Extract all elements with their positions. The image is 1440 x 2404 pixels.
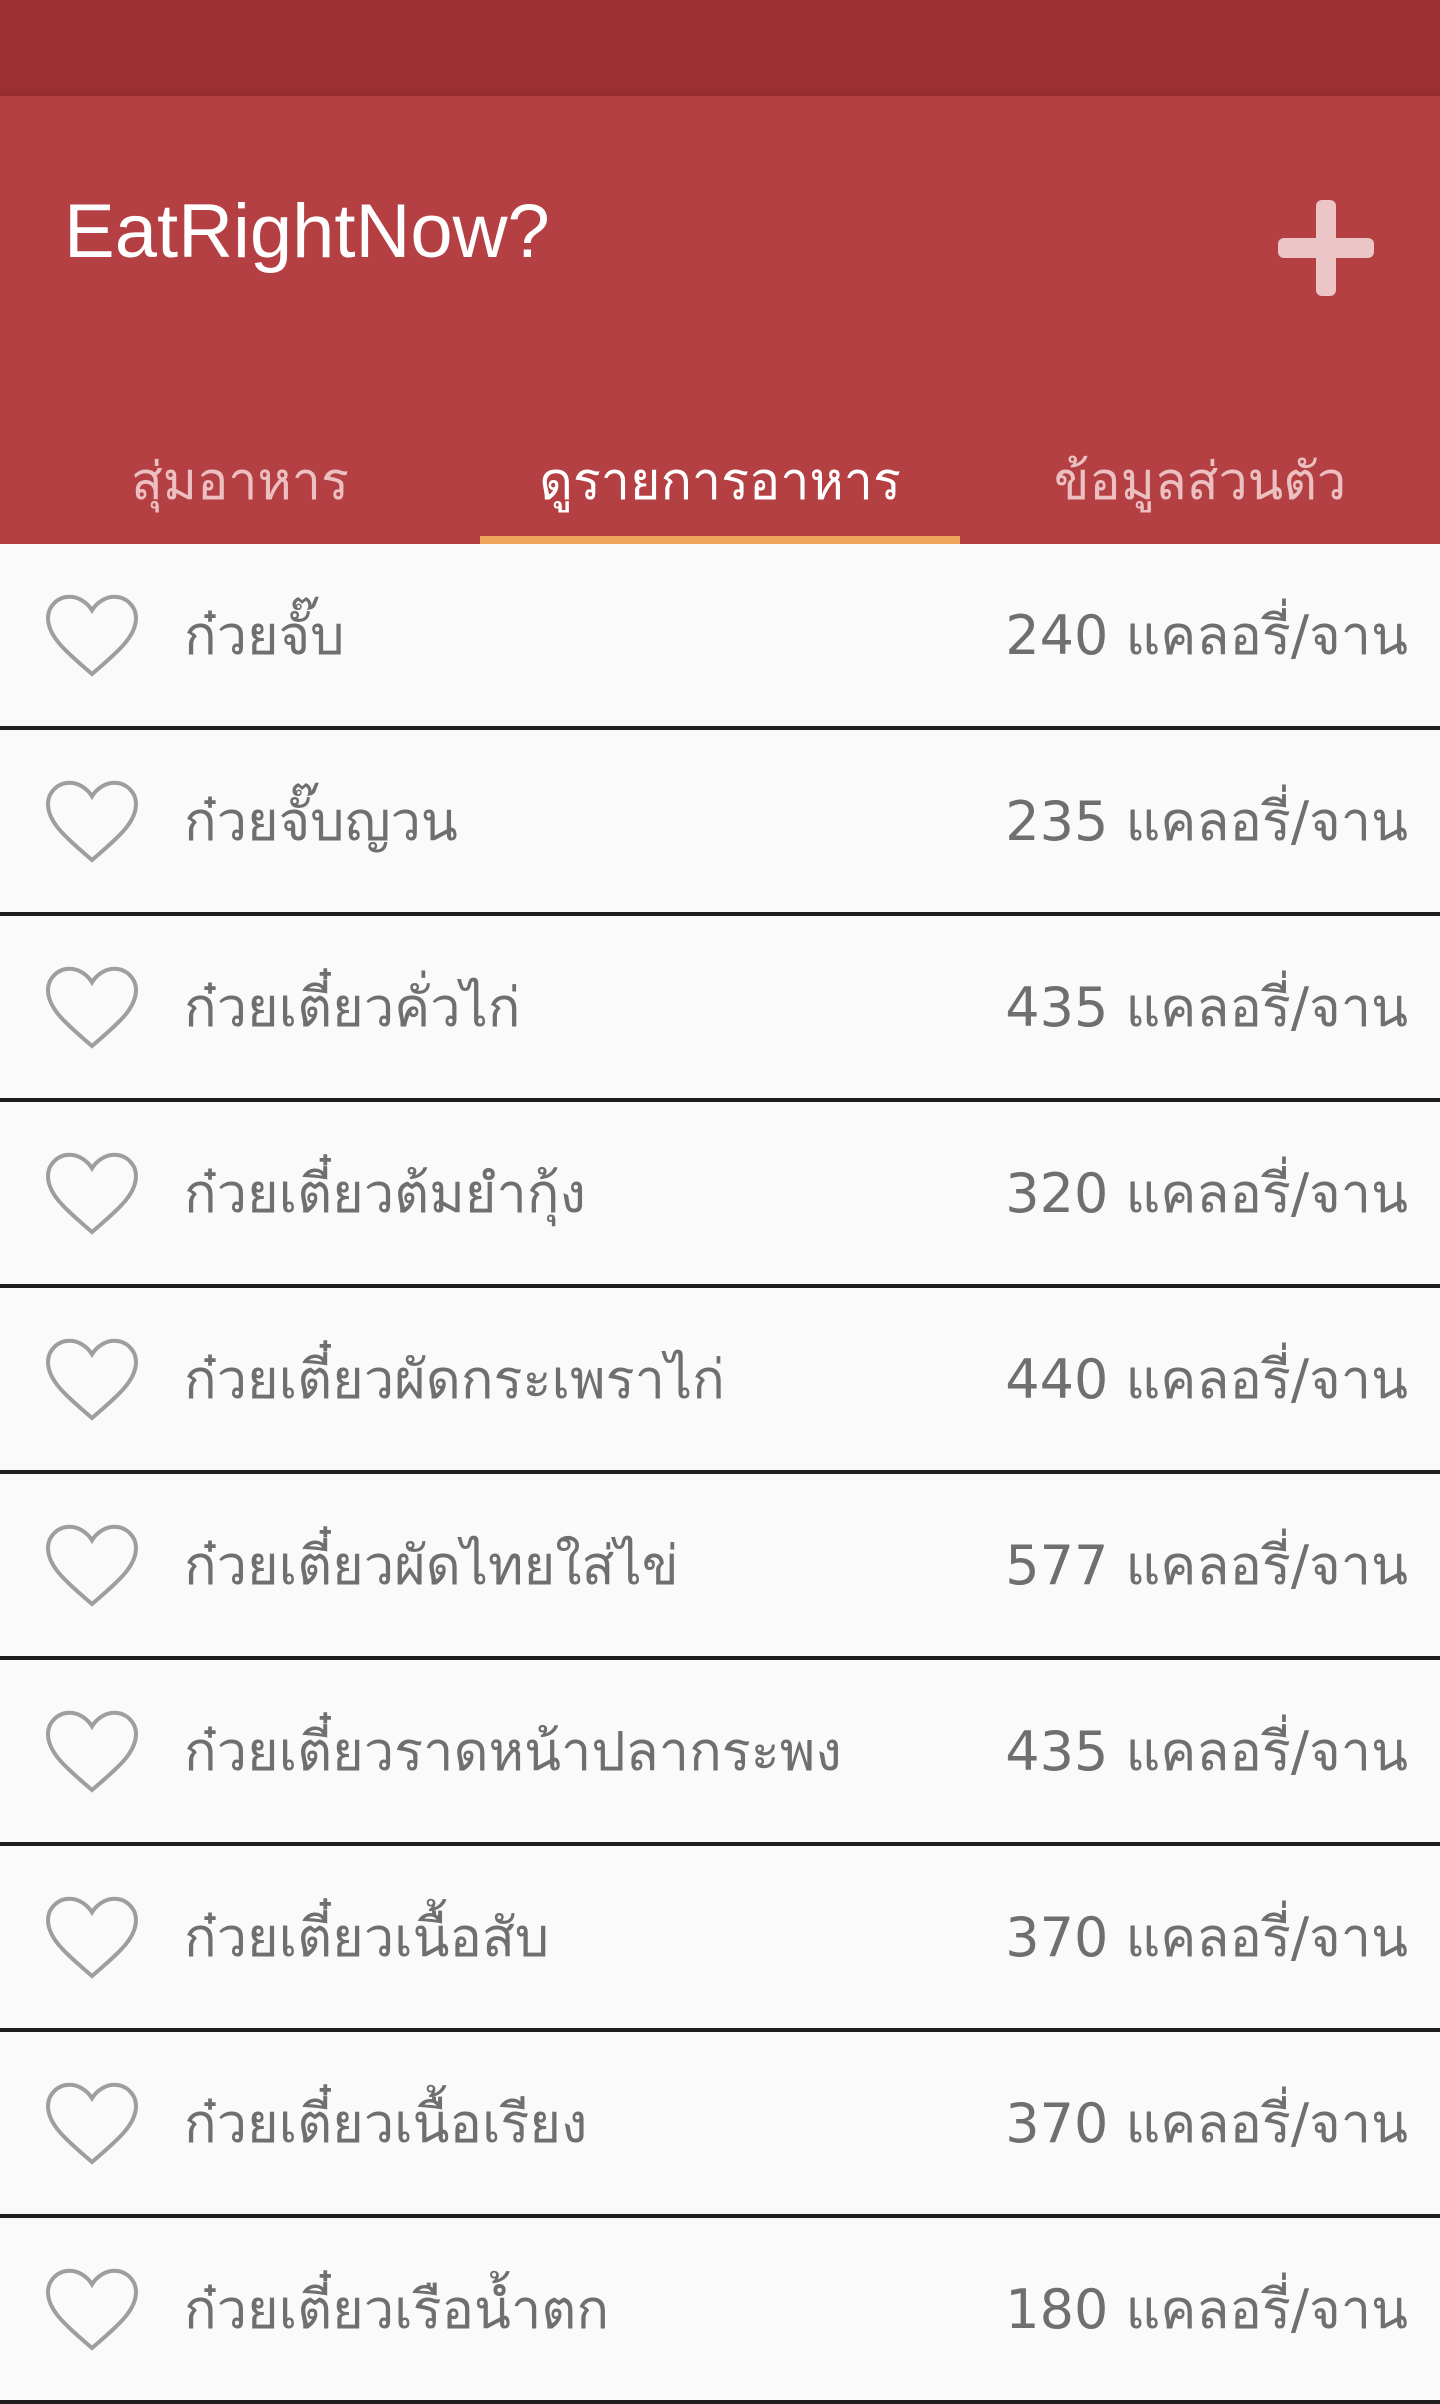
food-calories: 240 แคลอรี่/จาน — [1005, 604, 1408, 667]
heart-outline-icon[interactable] — [44, 778, 140, 866]
list-item[interactable]: ก๋วยเตี๋ยวเนื้อสับ 370 แคลอรี่/จาน — [0, 1846, 1440, 2032]
food-calories: 370 แคลอรี่/จาน — [1005, 1906, 1408, 1969]
food-name: ก๋วยจั๊บญวน — [184, 790, 458, 853]
list-item[interactable]: ก๋วยจั๊บญวน 235 แคลอรี่/จาน — [0, 730, 1440, 916]
tab-bar: สุ่มอาหาร ดูรายการอาหาร ข้อมูลส่วนตัว — [0, 416, 1440, 544]
tab-label: ข้อมูลส่วนตัว — [1053, 451, 1347, 512]
food-name: ก๋วยเตี๋ยวคั่วไก่ — [184, 976, 521, 1039]
list-item[interactable]: ก๋วยเตี๋ยวเรือน้ำตก 180 แคลอรี่/จาน — [0, 2218, 1440, 2404]
app-bar: EatRightNow? สุ่มอาหาร ดูรายการอาหาร ข้อ… — [0, 96, 1440, 544]
list-item[interactable]: ก๋วยจั๊บ 240 แคลอรี่/จาน — [0, 544, 1440, 730]
food-calories: 320 แคลอรี่/จาน — [1005, 1162, 1408, 1225]
tab-food-list[interactable]: ดูรายการอาหาร — [480, 416, 960, 544]
food-calories: 577 แคลอรี่/จาน — [1005, 1534, 1408, 1597]
heart-outline-icon[interactable] — [44, 1336, 140, 1424]
food-name: ก๋วยเตี๋ยวผัดไทยใส่ไข่ — [184, 1534, 679, 1597]
food-list: ก๋วยจั๊บ 240 แคลอรี่/จาน ก๋วยจั๊บญวน 235… — [0, 544, 1440, 2404]
list-item[interactable]: ก๋วยเตี๋ยวต้มยำกุ้ง 320 แคลอรี่/จาน — [0, 1102, 1440, 1288]
food-calories: 435 แคลอรี่/จาน — [1005, 1720, 1408, 1783]
heart-outline-icon[interactable] — [44, 964, 140, 1052]
tab-random-food[interactable]: สุ่มอาหาร — [0, 416, 480, 544]
list-item[interactable]: ก๋วยเตี๋ยวราดหน้าปลากระพง 435 แคลอรี่/จา… — [0, 1660, 1440, 1846]
heart-outline-icon[interactable] — [44, 1522, 140, 1610]
tab-indicator — [480, 536, 960, 544]
food-name: ก๋วยเตี๋ยวต้มยำกุ้ง — [184, 1162, 586, 1225]
tab-label: สุ่มอาหาร — [131, 451, 349, 512]
heart-outline-icon[interactable] — [44, 1150, 140, 1238]
food-name: ก๋วยเตี๋ยวราดหน้าปลากระพง — [184, 1720, 842, 1783]
add-button[interactable] — [1262, 184, 1390, 312]
tab-label: ดูรายการอาหาร — [539, 451, 901, 512]
list-item[interactable]: ก๋วยเตี๋ยวผัดไทยใส่ไข่ 577 แคลอรี่/จาน — [0, 1474, 1440, 1660]
tab-profile[interactable]: ข้อมูลส่วนตัว — [960, 416, 1440, 544]
app-title: EatRightNow? — [64, 189, 550, 274]
food-name: ก๋วยจั๊บ — [184, 604, 345, 667]
food-calories: 235 แคลอรี่/จาน — [1005, 790, 1408, 853]
food-name: ก๋วยเตี๋ยวเรือน้ำตก — [184, 2278, 610, 2341]
food-calories: 440 แคลอรี่/จาน — [1005, 1348, 1408, 1411]
food-name: ก๋วยเตี๋ยวผัดกระเพราไก่ — [184, 1348, 725, 1411]
food-name: ก๋วยเตี๋ยวเนื้อเรียง — [184, 2092, 588, 2155]
heart-outline-icon[interactable] — [44, 1708, 140, 1796]
food-calories: 370 แคลอรี่/จาน — [1005, 2092, 1408, 2155]
food-name: ก๋วยเตี๋ยวเนื้อสับ — [184, 1906, 550, 1969]
heart-outline-icon[interactable] — [44, 592, 140, 680]
heart-outline-icon[interactable] — [44, 1894, 140, 1982]
food-calories: 180 แคลอรี่/จาน — [1005, 2278, 1408, 2341]
food-calories: 435 แคลอรี่/จาน — [1005, 976, 1408, 1039]
list-item[interactable]: ก๋วยเตี๋ยวผัดกระเพราไก่ 440 แคลอรี่/จาน — [0, 1288, 1440, 1474]
list-item[interactable]: ก๋วยเตี๋ยวเนื้อเรียง 370 แคลอรี่/จาน — [0, 2032, 1440, 2218]
heart-outline-icon[interactable] — [44, 2080, 140, 2168]
list-item[interactable]: ก๋วยเตี๋ยวคั่วไก่ 435 แคลอรี่/จาน — [0, 916, 1440, 1102]
status-bar — [0, 0, 1440, 96]
heart-outline-icon[interactable] — [44, 2266, 140, 2354]
